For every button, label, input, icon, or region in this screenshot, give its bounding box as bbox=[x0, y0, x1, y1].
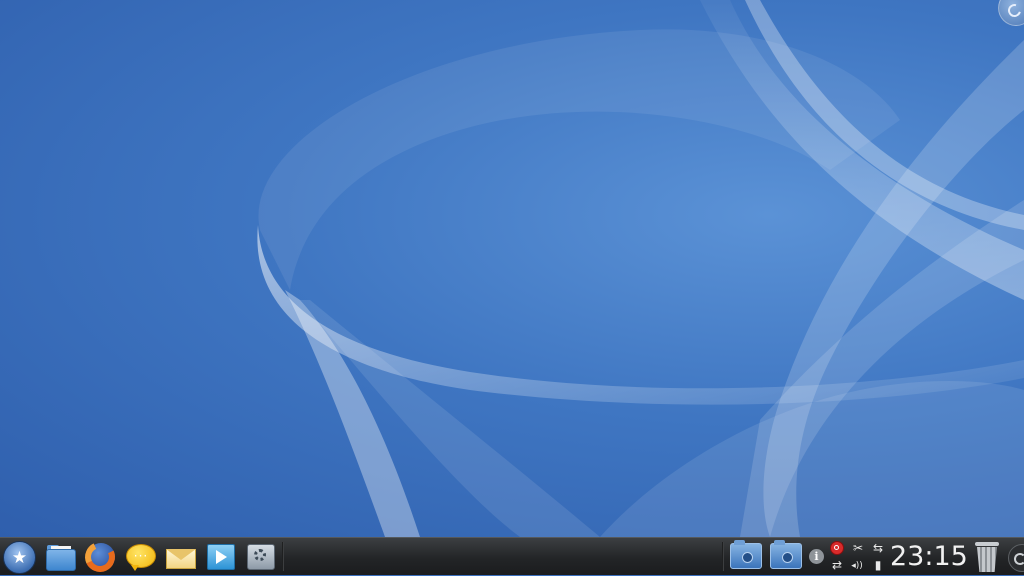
instant-messenger-launcher[interactable]: ··· bbox=[125, 541, 157, 573]
volume-icon[interactable]: ◂)) bbox=[846, 560, 868, 572]
kde-star-icon: ★ bbox=[11, 547, 28, 568]
mail-client-launcher[interactable] bbox=[165, 541, 197, 573]
clipboard-scissors-icon[interactable]: ✂ bbox=[851, 542, 865, 554]
network-icon[interactable]: ⇄ bbox=[830, 559, 844, 571]
panel-toolbox-button[interactable] bbox=[1008, 544, 1024, 572]
plasma-cashew-icon bbox=[1014, 553, 1024, 565]
task-manager-area[interactable] bbox=[288, 541, 718, 573]
desktop-background[interactable] bbox=[0, 0, 1024, 537]
pager-desktop-2[interactable] bbox=[770, 540, 802, 569]
media-player-launcher[interactable] bbox=[205, 541, 237, 573]
web-browser-launcher[interactable] bbox=[80, 537, 120, 576]
notifications-info-icon[interactable]: i bbox=[809, 549, 824, 564]
application-launcher-button[interactable]: ★ bbox=[3, 541, 36, 574]
panel-separator bbox=[282, 542, 284, 571]
wallpaper-curves bbox=[257, 0, 1024, 537]
desktop-folder-icon bbox=[742, 552, 753, 563]
trash-button[interactable] bbox=[975, 542, 999, 572]
taskbar-panel: ★ ··· i ⇄ ✂ ◂)) ⇆ ▮ 23:15 bbox=[0, 537, 1024, 576]
battery-icon[interactable]: ▮ bbox=[871, 559, 885, 571]
pager-desktop-1[interactable] bbox=[730, 540, 762, 569]
software-updates-icon[interactable] bbox=[830, 541, 844, 555]
desktop-folder-icon bbox=[782, 552, 793, 563]
usb-device-icon[interactable]: ⇆ bbox=[871, 542, 885, 554]
file-manager-launcher[interactable] bbox=[45, 541, 77, 573]
digital-clock[interactable]: 23:15 bbox=[890, 540, 968, 574]
panel-separator bbox=[722, 542, 724, 571]
plasma-cashew-icon bbox=[1005, 1, 1024, 20]
system-settings-launcher[interactable] bbox=[245, 541, 277, 573]
